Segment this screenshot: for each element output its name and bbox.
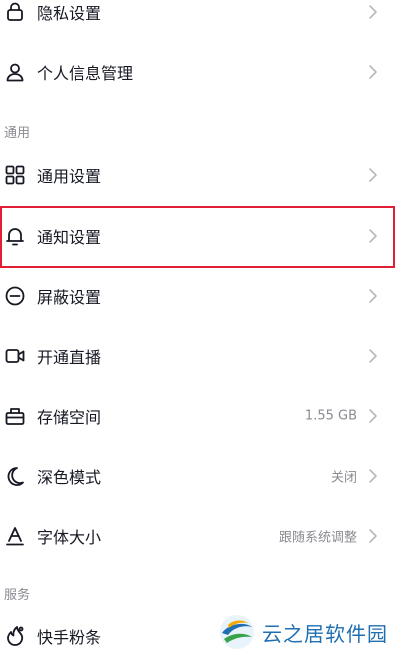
storage-space-label: 存储空间 [37, 408, 102, 427]
person-icon [4, 61, 26, 83]
lock-icon [4, 1, 26, 23]
chevron-right-icon [368, 468, 378, 484]
general-settings-row[interactable]: 通用设置 [0, 145, 400, 205]
grid-icon [4, 164, 26, 186]
privacy-settings-row[interactable]: 隐私设置 [0, 0, 400, 42]
privacy-settings-label: 隐私设置 [37, 4, 102, 23]
moon-icon [4, 465, 26, 487]
storage-icon [4, 405, 26, 427]
section-services-label: 服务 [4, 588, 31, 603]
notification-settings-row[interactable]: 通知设置 [0, 206, 400, 266]
chevron-right-icon [368, 64, 378, 80]
fan-boost-icon [4, 625, 26, 647]
block-settings-label: 屏蔽设置 [37, 288, 102, 307]
chevron-right-icon [368, 348, 378, 364]
watermark-text: 云之居软件园 [262, 621, 388, 646]
font-icon [4, 525, 26, 547]
personal-info-label: 个人信息管理 [37, 64, 134, 83]
dark-mode-value: 关闭 [330, 470, 357, 486]
section-general-label: 通用 [4, 126, 31, 141]
watermark-logo-icon [220, 615, 254, 649]
video-camera-icon [4, 345, 26, 367]
start-live-row[interactable]: 开通直播 [0, 326, 400, 386]
dark-mode-row[interactable]: 深色模式 关闭 [0, 446, 400, 506]
personal-info-row[interactable]: 个人信息管理 [0, 42, 400, 102]
font-size-row[interactable]: 字体大小 跟随系统调整 [0, 506, 400, 566]
dark-mode-label: 深色模式 [37, 468, 102, 487]
block-icon [4, 285, 26, 307]
watermark: 云之居软件园 [214, 609, 392, 655]
chevron-right-icon [368, 167, 378, 183]
start-live-label: 开通直播 [37, 348, 102, 367]
notification-settings-label: 通知设置 [37, 228, 102, 247]
font-size-value: 跟随系统调整 [278, 530, 357, 546]
chevron-right-icon [368, 408, 378, 424]
bell-icon [4, 225, 26, 247]
chevron-right-icon [368, 4, 378, 20]
block-settings-row[interactable]: 屏蔽设置 [0, 266, 400, 326]
storage-space-value: 1.55 GB [304, 408, 357, 424]
chevron-right-icon [368, 528, 378, 544]
fan-boost-label: 快手粉条 [37, 628, 102, 647]
chevron-right-icon [368, 288, 378, 304]
font-size-label: 字体大小 [37, 528, 102, 547]
chevron-right-icon [368, 228, 378, 244]
general-settings-label: 通用设置 [37, 167, 102, 186]
storage-space-row[interactable]: 存储空间 1.55 GB [0, 386, 400, 446]
